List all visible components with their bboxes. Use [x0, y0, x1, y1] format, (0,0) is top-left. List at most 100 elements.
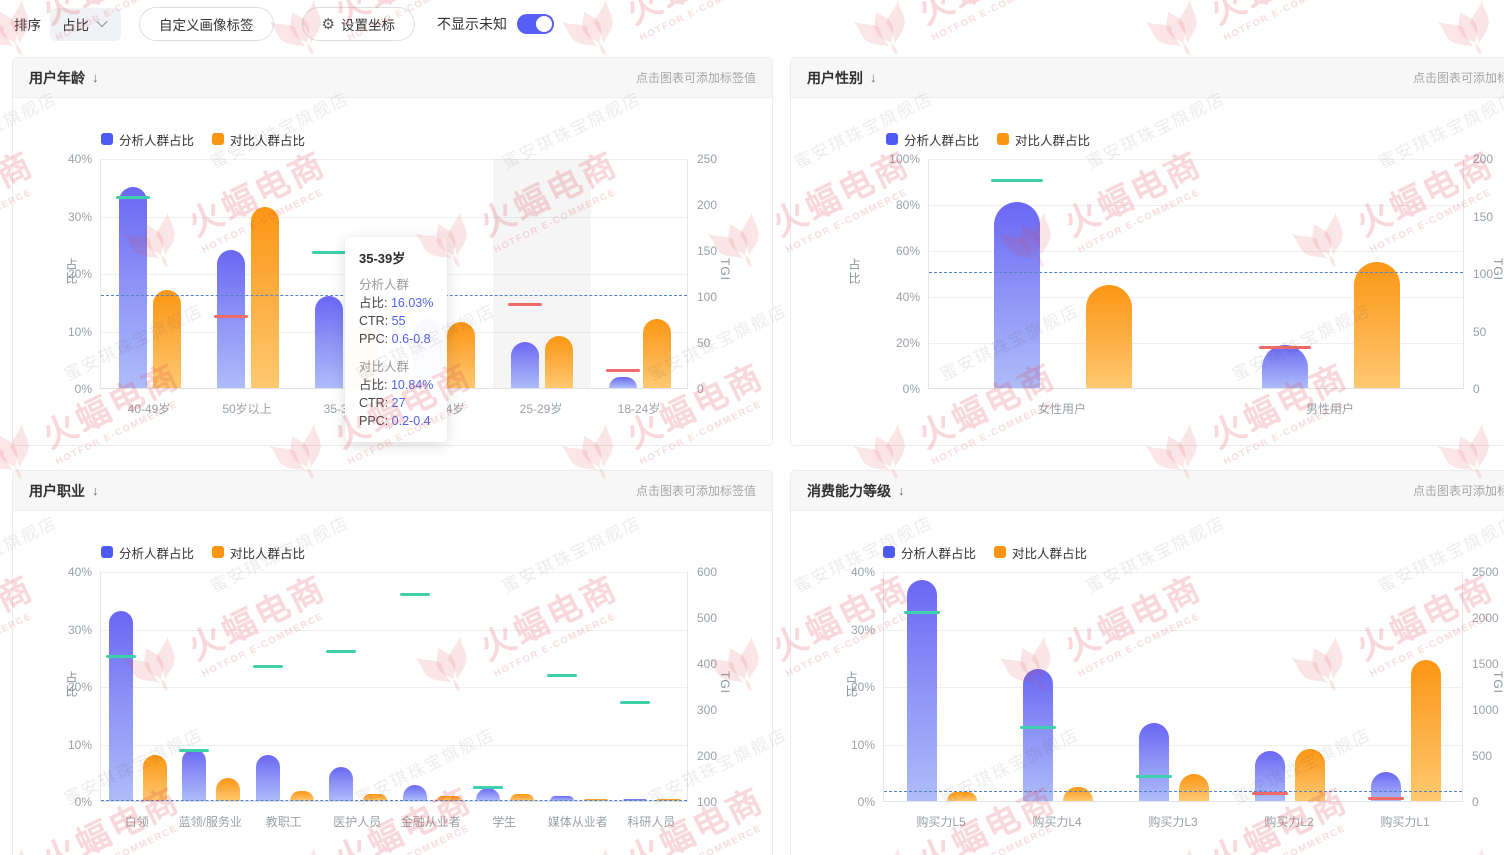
bar-compare[interactable]	[143, 755, 167, 801]
tooltip-title: 35-39岁	[359, 248, 439, 267]
y-axis-tick-right: 600	[697, 565, 717, 579]
tgi-marker	[1259, 346, 1311, 349]
gridline	[101, 745, 687, 746]
y-axis-title-left: 占比	[63, 258, 80, 286]
category-label: 蓝领/服务业	[174, 813, 248, 830]
y-axis-tick-left: 20%	[874, 336, 920, 350]
bar-analysis[interactable]	[994, 202, 1040, 388]
bar-analysis[interactable]	[256, 755, 280, 801]
y-axis-tick-left: 40%	[46, 152, 92, 166]
tgi-marker	[214, 315, 248, 318]
bar-analysis[interactable]	[1139, 723, 1169, 801]
bar-analysis[interactable]	[315, 296, 343, 388]
y-axis-title-right: TGI	[718, 671, 732, 694]
category-label: 医护人员	[321, 813, 395, 830]
bar-compare[interactable]	[1354, 262, 1400, 389]
bar-compare[interactable]	[1063, 787, 1093, 801]
gridline	[101, 630, 687, 631]
bar-analysis[interactable]	[109, 611, 133, 801]
bar-analysis[interactable]	[609, 377, 637, 389]
tgi-marker	[547, 674, 577, 677]
y-axis-tick-left: 30%	[46, 210, 92, 224]
tooltip-row: CTR: 27	[359, 394, 439, 412]
tgi-marker	[620, 701, 650, 704]
y-axis-tick-right: 0	[1472, 795, 1479, 809]
category-label: 白领	[100, 813, 174, 830]
sort-label: 排序	[14, 14, 41, 34]
tgi-marker	[1020, 726, 1056, 729]
y-axis-tick-left: 80%	[874, 198, 920, 212]
bar-analysis[interactable]	[119, 187, 147, 388]
y-axis-tick-left: 10%	[46, 325, 92, 339]
sort-select-value: 占比	[62, 14, 89, 34]
bar-compare[interactable]	[251, 207, 279, 388]
bar-analysis[interactable]	[1023, 669, 1053, 801]
y-axis-tick-left: 40%	[829, 565, 875, 579]
y-axis-tick-left: 40%	[874, 290, 920, 304]
category-label: 媒体从业者	[541, 813, 615, 830]
chart-consume-level[interactable]: 0%10%20%30%40%05001000150020002500购买力L5购…	[791, 471, 1504, 855]
gridline	[884, 687, 1462, 688]
chart-user-gender[interactable]: 0%20%40%60%80%100%050100150200女性用户男性用户占比…	[791, 58, 1504, 445]
bar-compare[interactable]	[1086, 285, 1132, 389]
bar-compare[interactable]	[216, 778, 240, 801]
y-axis-title-left: 占比	[63, 671, 80, 699]
bar-compare[interactable]	[1411, 660, 1441, 801]
y-axis-tick-right: 1000	[1472, 703, 1499, 717]
y-axis-tick-left: 40%	[46, 565, 92, 579]
y-axis-title-right: TGI	[1491, 258, 1504, 281]
tooltip-row: 占比: 16.03%	[359, 294, 439, 312]
y-axis-tick-left: 60%	[874, 244, 920, 258]
bar-compare[interactable]	[1295, 749, 1325, 801]
y-axis-tick-right: 100	[697, 290, 717, 304]
bar-compare[interactable]	[643, 319, 671, 388]
category-label: 18-24岁	[590, 400, 688, 417]
bar-compare[interactable]	[153, 290, 181, 388]
tgi-marker	[508, 303, 542, 306]
category-label: 女性用户	[928, 400, 1196, 417]
bar-compare[interactable]	[947, 792, 977, 801]
bar-analysis[interactable]	[511, 342, 539, 388]
y-axis-tick-right: 2500	[1472, 565, 1499, 579]
tgi-marker	[326, 650, 356, 653]
set-axis-button[interactable]: ⚙ 设置坐标	[302, 7, 415, 41]
chart-tooltip: 35-39岁 分析人群 占比: 16.03% CTR: 55 PPC: 0.6-…	[345, 237, 447, 442]
category-label: 40-49岁	[100, 400, 198, 417]
tgi-reference-line	[929, 272, 1463, 273]
y-axis-tick-right: 200	[697, 749, 717, 763]
category-label: 购买力L2	[1231, 813, 1347, 830]
y-axis-tick-right: 150	[697, 244, 717, 258]
chart-user-occupation[interactable]: 0%10%20%30%40%100200300400500600白领蓝领/服务业…	[13, 471, 772, 855]
tgi-marker	[1368, 797, 1404, 800]
category-label: 男性用户	[1196, 400, 1464, 417]
y-axis-tick-right: 200	[697, 198, 717, 212]
tooltip-row: 占比: 10.84%	[359, 376, 439, 394]
bar-analysis[interactable]	[217, 250, 245, 388]
tgi-marker	[1136, 775, 1172, 778]
custom-tag-button[interactable]: 自定义画像标签	[139, 7, 274, 41]
y-axis-tick-right: 0	[1473, 382, 1480, 396]
hide-unknown-label: 不显示未知	[437, 14, 507, 34]
category-label: 金融从业者	[394, 813, 468, 830]
bar-analysis[interactable]	[329, 767, 353, 802]
bar-compare[interactable]	[545, 336, 573, 388]
hover-band	[493, 159, 591, 388]
y-axis-tick-left: 0%	[46, 382, 92, 396]
bar-analysis[interactable]	[182, 749, 206, 801]
bar-analysis[interactable]	[1262, 345, 1308, 388]
toolbar: 排序 占比 自定义画像标签 ⚙ 设置坐标 不显示未知	[0, 0, 1504, 48]
category-label: 购买力L1	[1347, 813, 1463, 830]
gridline	[884, 630, 1462, 631]
y-axis-title-right: TGI	[718, 258, 732, 281]
y-axis-tick-left: 0%	[46, 795, 92, 809]
y-axis-tick-right: 250	[697, 152, 717, 166]
bar-compare[interactable]	[447, 322, 475, 388]
bar-compare[interactable]	[1179, 774, 1209, 801]
chevron-down-icon	[96, 15, 107, 26]
category-label: 购买力L5	[883, 813, 999, 830]
sort-select[interactable]: 占比	[50, 8, 121, 41]
hide-unknown-toggle[interactable]	[517, 14, 554, 34]
y-axis-tick-left: 10%	[829, 738, 875, 752]
y-axis-tick-right: 150	[1473, 210, 1493, 224]
bar-analysis[interactable]	[403, 785, 427, 801]
